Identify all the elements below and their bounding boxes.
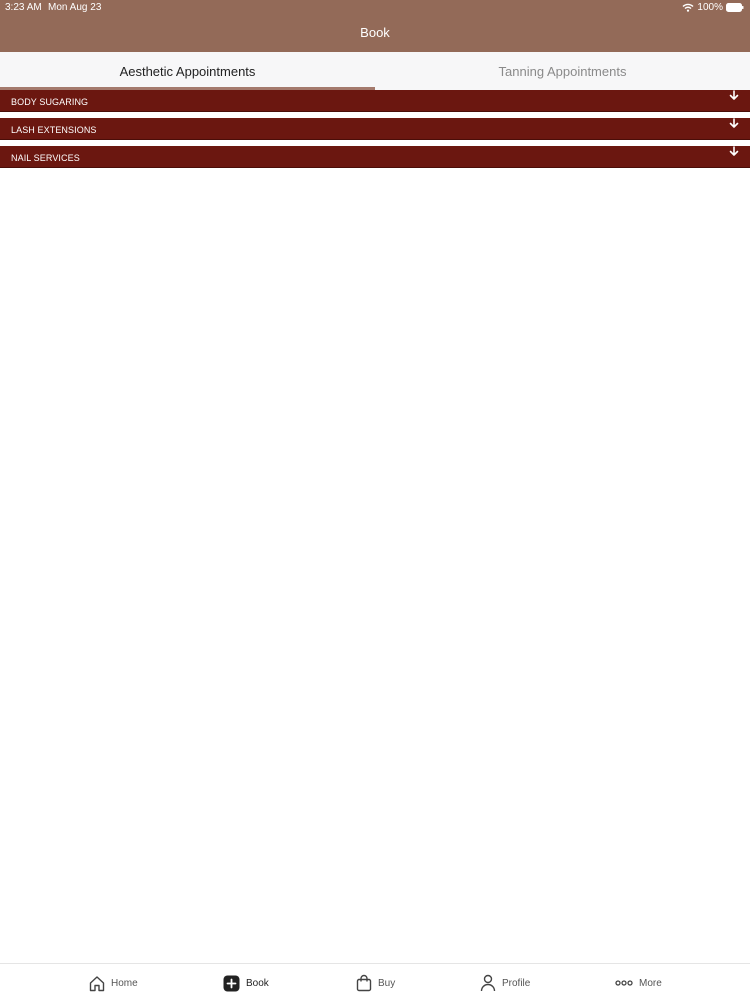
arrow-down-icon[interactable] [729,90,739,101]
arrow-down-icon[interactable] [729,146,739,157]
battery-icon [726,3,744,12]
bottom-tab-book[interactable]: Book [223,973,269,993]
bottom-tab-more[interactable]: More [615,973,662,993]
bottom-tab-profile[interactable]: Profile [480,973,530,993]
status-right: 100% [682,2,744,13]
bottom-tab-label: Home [111,977,138,989]
bottom-tab-buy[interactable]: Buy [356,973,395,993]
wifi-icon [682,3,694,12]
section-nail-services[interactable]: NAIL SERVICES [0,146,750,168]
bottom-tab-bar: Home Book Buy Profile More [0,963,750,1000]
section-lash-extensions[interactable]: LASH EXTENSIONS [0,118,750,140]
tab-label: Aesthetic Appointments [119,63,256,79]
status-date: Mon Aug 23 [48,2,102,13]
section-label: LASH EXTENSIONS [11,125,97,135]
home-icon [89,975,105,992]
tab-aesthetic-appointments[interactable]: Aesthetic Appointments [0,52,375,90]
arrow-down-icon[interactable] [729,118,739,129]
section-label: NAIL SERVICES [11,153,80,163]
top-header: 3:23 AM Mon Aug 23 100% Book [0,0,750,52]
bottom-tab-label: More [639,977,662,989]
status-bar: 3:23 AM Mon Aug 23 100% [0,0,750,16]
battery-percent: 100% [697,2,723,13]
person-icon [480,974,496,992]
bottom-tab-label: Buy [378,977,396,989]
bottom-tab-label: Profile [502,977,531,989]
status-time: 3:23 AM [5,2,42,13]
segment-tabs: Aesthetic Appointments Tanning Appointme… [0,52,750,90]
more-dots-icon [615,980,633,986]
page-title: Book [360,25,390,40]
bottom-tab-label: Book [246,977,269,989]
plus-square-icon [223,975,240,992]
tab-label: Tanning Appointments [498,63,627,79]
tab-tanning-appointments[interactable]: Tanning Appointments [375,52,750,90]
bottom-tab-home[interactable]: Home [89,973,138,993]
section-body-sugaring[interactable]: BODY SUGARING [0,90,750,112]
service-sections: BODY SUGARING LASH EXTENSIONS NAIL SERVI… [0,90,750,174]
section-label: BODY SUGARING [11,97,89,107]
shopping-bag-icon [356,974,372,992]
